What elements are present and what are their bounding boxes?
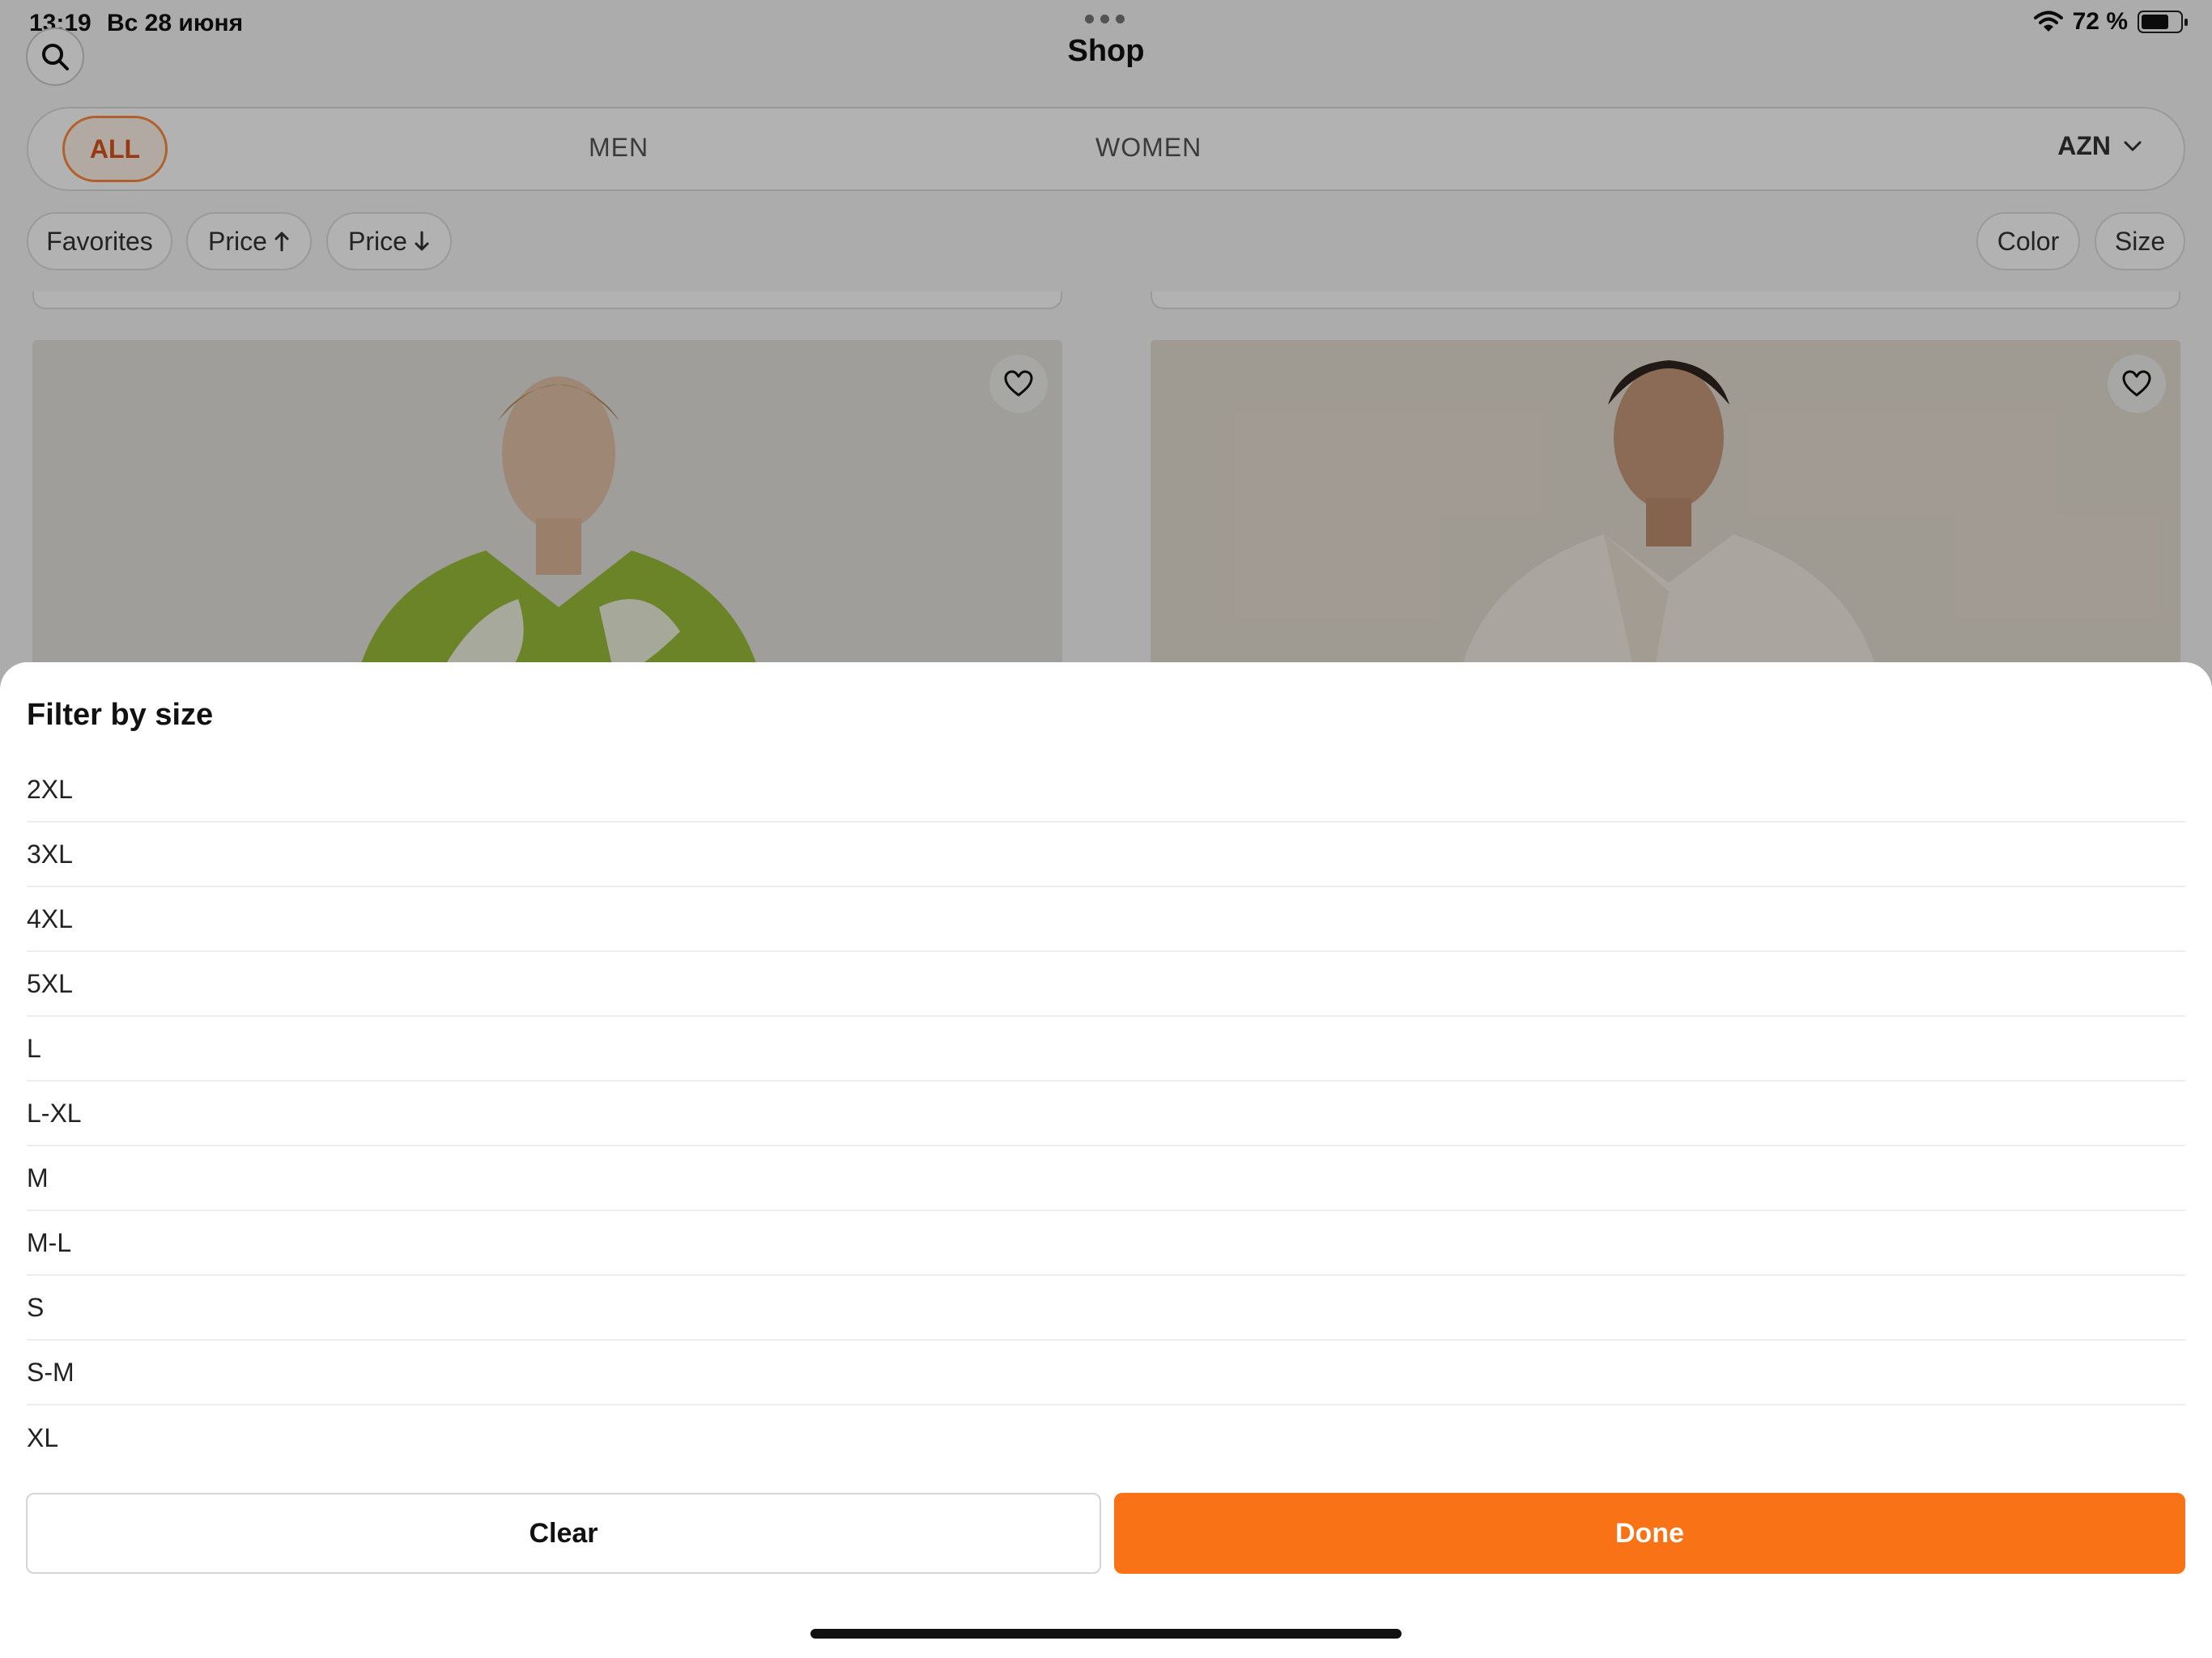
size-list: 2XL 3XL 4XL 5XL L L-XL M M-L S S-M XL	[27, 758, 2185, 1470]
size-option[interactable]: L	[27, 1017, 2185, 1082]
size-option[interactable]: 5XL	[27, 952, 2185, 1017]
done-button[interactable]: Done	[1114, 1493, 2185, 1574]
size-option[interactable]: M-L	[27, 1211, 2185, 1276]
home-indicator[interactable]	[810, 1629, 1402, 1639]
size-option[interactable]: M	[27, 1146, 2185, 1211]
sheet-title: Filter by size	[27, 698, 214, 732]
size-option[interactable]: L-XL	[27, 1082, 2185, 1146]
size-filter-sheet: Filter by size 2XL 3XL 4XL 5XL L L-XL M M-L S S-M…	[0, 662, 2212, 1658]
size-option[interactable]: 4XL	[27, 887, 2185, 952]
size-option[interactable]: S	[27, 1276, 2185, 1341]
size-option[interactable]: 2XL	[27, 758, 2185, 823]
size-option[interactable]: S-M	[27, 1341, 2185, 1405]
size-option[interactable]: 3XL	[27, 823, 2185, 887]
clear-button[interactable]: Clear	[26, 1493, 1101, 1574]
size-option[interactable]: XL	[27, 1405, 2185, 1470]
